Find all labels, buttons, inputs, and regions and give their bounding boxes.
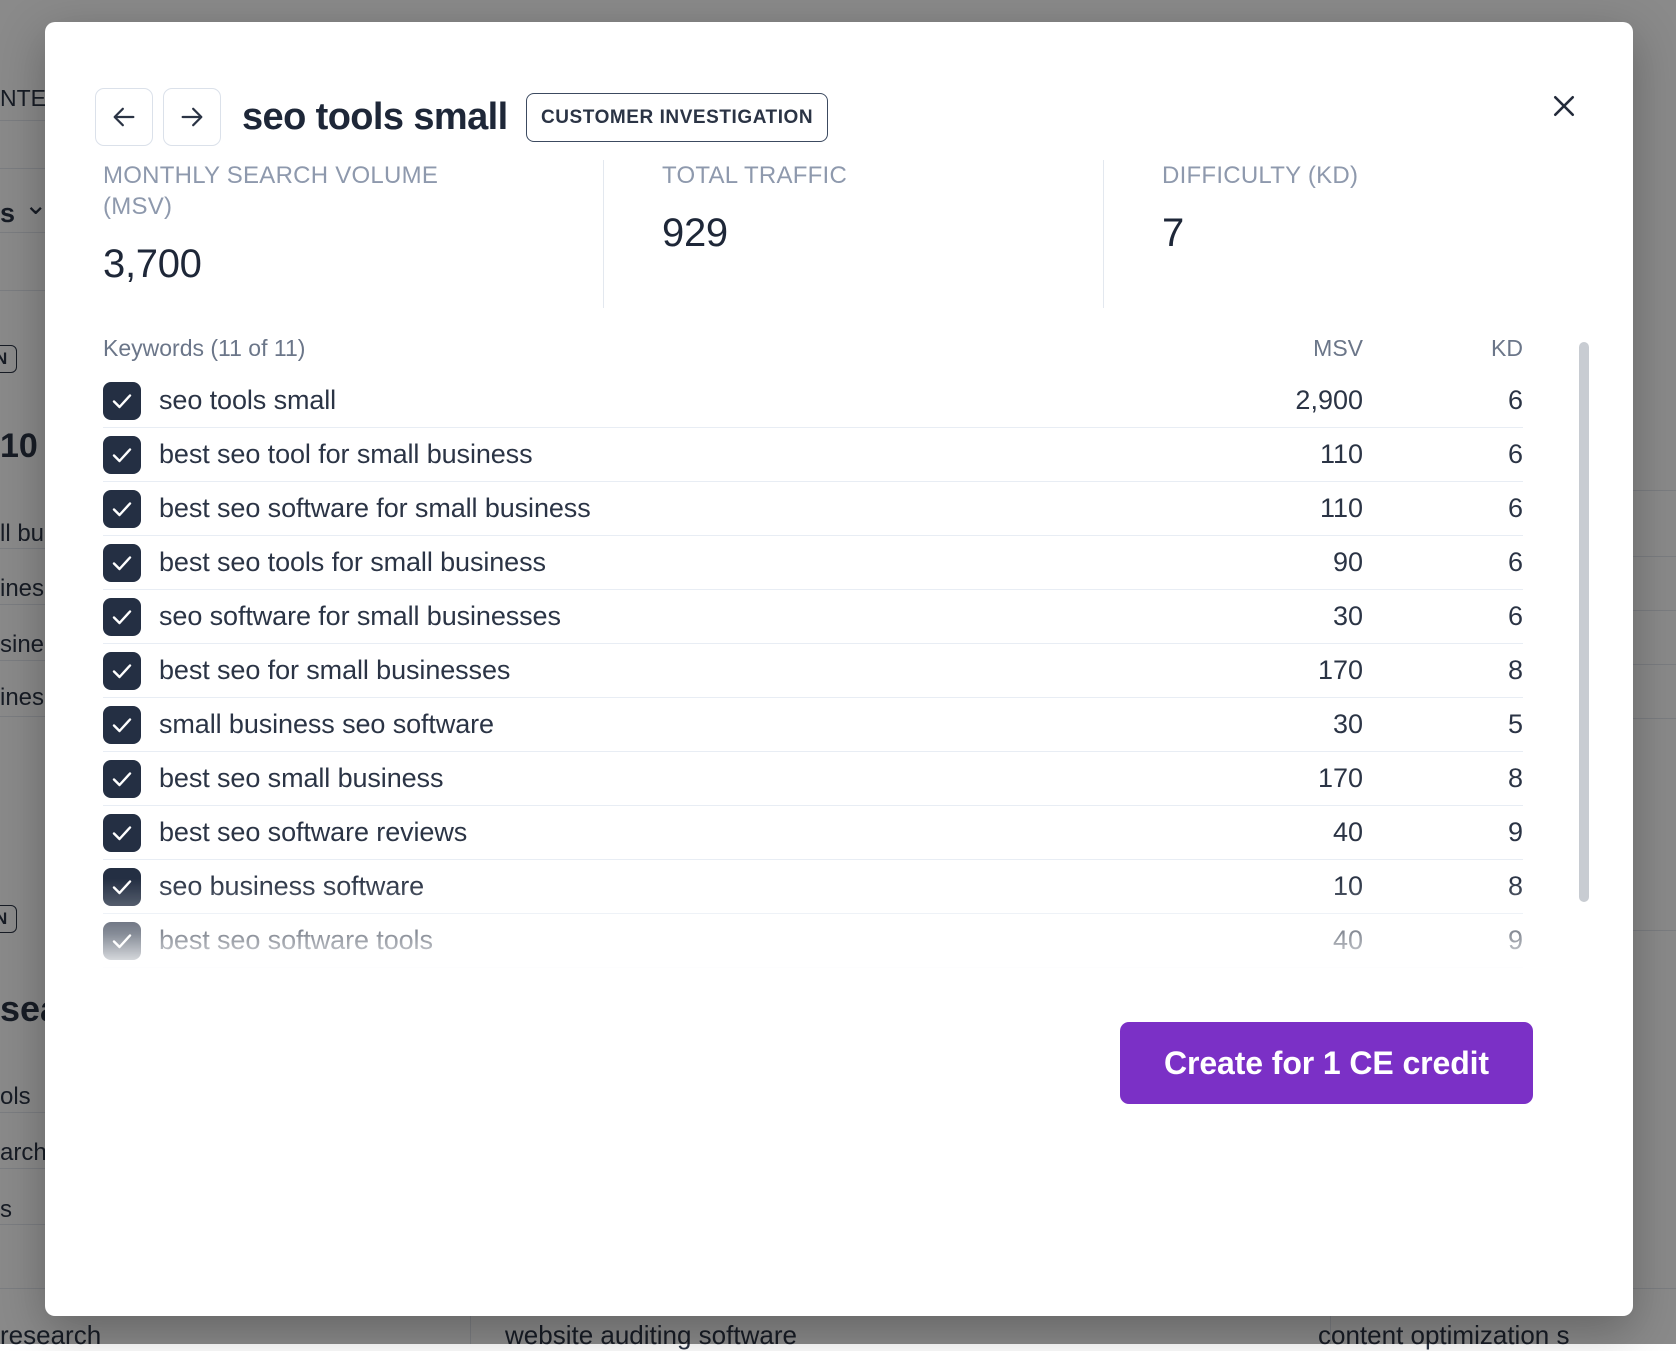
keyword-msv: 170 [1163,763,1363,794]
keyword-checkbox[interactable] [103,490,141,528]
keyword-kd: 8 [1363,871,1523,902]
table-row[interactable]: seo tools small2,9006 [103,374,1523,428]
table-row[interactable]: best seo tool for small business1106 [103,428,1523,482]
table-row[interactable]: best seo software reviews409 [103,806,1523,860]
page-title: seo tools small [242,92,508,142]
table-row[interactable]: best seo for small businesses1708 [103,644,1523,698]
table-row[interactable]: best seo small business1708 [103,752,1523,806]
keyword-kd: 9 [1363,817,1523,848]
keyword-msv: 2,900 [1163,385,1363,416]
keyword-kd: 5 [1363,709,1523,740]
check-icon [110,713,134,737]
arrow-left-icon [110,103,138,131]
modal-header: seo tools small CUSTOMER INVESTIGATION [45,22,1633,172]
keyword-msv: 110 [1163,493,1363,524]
check-icon [110,497,134,521]
close-icon [1549,91,1579,126]
keyword-kd: 6 [1363,547,1523,578]
table-row[interactable]: seo software for small businesses306 [103,590,1523,644]
keyword-checkbox[interactable] [103,436,141,474]
keywords-table-body[interactable]: seo tools small2,9006best seo tool for s… [103,374,1523,974]
column-header-msv: MSV [1163,335,1363,362]
keyword-checkbox[interactable] [103,706,141,744]
arrow-right-icon [178,103,206,131]
keyword-checkbox[interactable] [103,598,141,636]
keyword-checkbox[interactable] [103,868,141,906]
keyword-msv: 30 [1163,709,1363,740]
keyword-checkbox[interactable] [103,760,141,798]
keyword-label: seo tools small [159,385,1163,416]
keywords-scrollbar[interactable] [1579,342,1589,902]
keyword-checkbox[interactable] [103,814,141,852]
keyword-label: best seo tools for small business [159,547,1163,578]
keyword-checkbox[interactable] [103,922,141,960]
keyword-label: seo software for small businesses [159,601,1163,632]
check-icon [110,929,134,953]
keyword-msv: 170 [1163,655,1363,686]
keyword-msv: 90 [1163,547,1363,578]
keyword-kd: 6 [1363,601,1523,632]
keyword-kd: 8 [1363,655,1523,686]
table-row[interactable]: small business seo software305 [103,698,1523,752]
keyword-kd: 6 [1363,439,1523,470]
keyword-label: best seo software for small business [159,493,1163,524]
back-button[interactable] [95,88,153,146]
metric-label: TOTAL TRAFFIC [662,160,1032,191]
keyword-kd: 6 [1363,493,1523,524]
metric-monthly-search-volume: MONTHLY SEARCH VOLUME (MSV) 3,700 [103,160,603,308]
table-row[interactable]: best seo software for small business1106 [103,482,1523,536]
check-icon [110,875,134,899]
check-icon [110,767,134,791]
keyword-label: best seo software reviews [159,817,1163,848]
metric-value: 929 [662,211,1103,256]
keywords-table-header: Keywords (11 of 11) MSV KD [103,327,1523,369]
close-button[interactable] [1533,77,1595,139]
keyword-msv: 110 [1163,439,1363,470]
metric-value: 7 [1162,211,1523,256]
keyword-label: best seo for small businesses [159,655,1163,686]
column-header-kd: KD [1363,335,1523,362]
metrics-summary: MONTHLY SEARCH VOLUME (MSV) 3,700 TOTAL … [103,160,1523,308]
keyword-kd: 6 [1363,385,1523,416]
metric-value: 3,700 [103,242,603,287]
metric-label: MONTHLY SEARCH VOLUME (MSV) [103,160,473,222]
keyword-msv: 40 [1163,817,1363,848]
metric-difficulty-kd: DIFFICULTY (KD) 7 [1103,160,1523,308]
keyword-label: best seo software tools [159,925,1163,956]
check-icon [110,659,134,683]
metric-total-traffic: TOTAL TRAFFIC 929 [603,160,1103,308]
keyword-checkbox[interactable] [103,652,141,690]
keyword-cluster-modal: seo tools small CUSTOMER INVESTIGATION M… [45,22,1633,1316]
keywords-rows-fade-mask: seo tools small2,9006best seo tool for s… [103,374,1523,974]
check-icon [110,605,134,629]
keyword-kd: 8 [1363,763,1523,794]
table-row[interactable]: best seo tools for small business906 [103,536,1523,590]
status-badge: CUSTOMER INVESTIGATION [526,93,828,142]
table-row[interactable]: best seo software tools409 [103,914,1523,968]
check-icon [110,389,134,413]
keyword-label: best seo small business [159,763,1163,794]
keyword-checkbox[interactable] [103,382,141,420]
keyword-label: best seo tool for small business [159,439,1163,470]
keyword-msv: 30 [1163,601,1363,632]
keyword-msv: 10 [1163,871,1363,902]
check-icon [110,551,134,575]
keyword-kd: 9 [1363,925,1523,956]
keyword-label: seo business software [159,871,1163,902]
keyword-label: small business seo software [159,709,1163,740]
metric-label: DIFFICULTY (KD) [1162,160,1523,191]
column-header-keywords: Keywords (11 of 11) [103,335,1163,362]
check-icon [110,821,134,845]
keyword-checkbox[interactable] [103,544,141,582]
table-row[interactable]: seo business software108 [103,860,1523,914]
keyword-msv: 40 [1163,925,1363,956]
forward-button[interactable] [163,88,221,146]
create-for-credit-button[interactable]: Create for 1 CE credit [1120,1022,1533,1104]
check-icon [110,443,134,467]
